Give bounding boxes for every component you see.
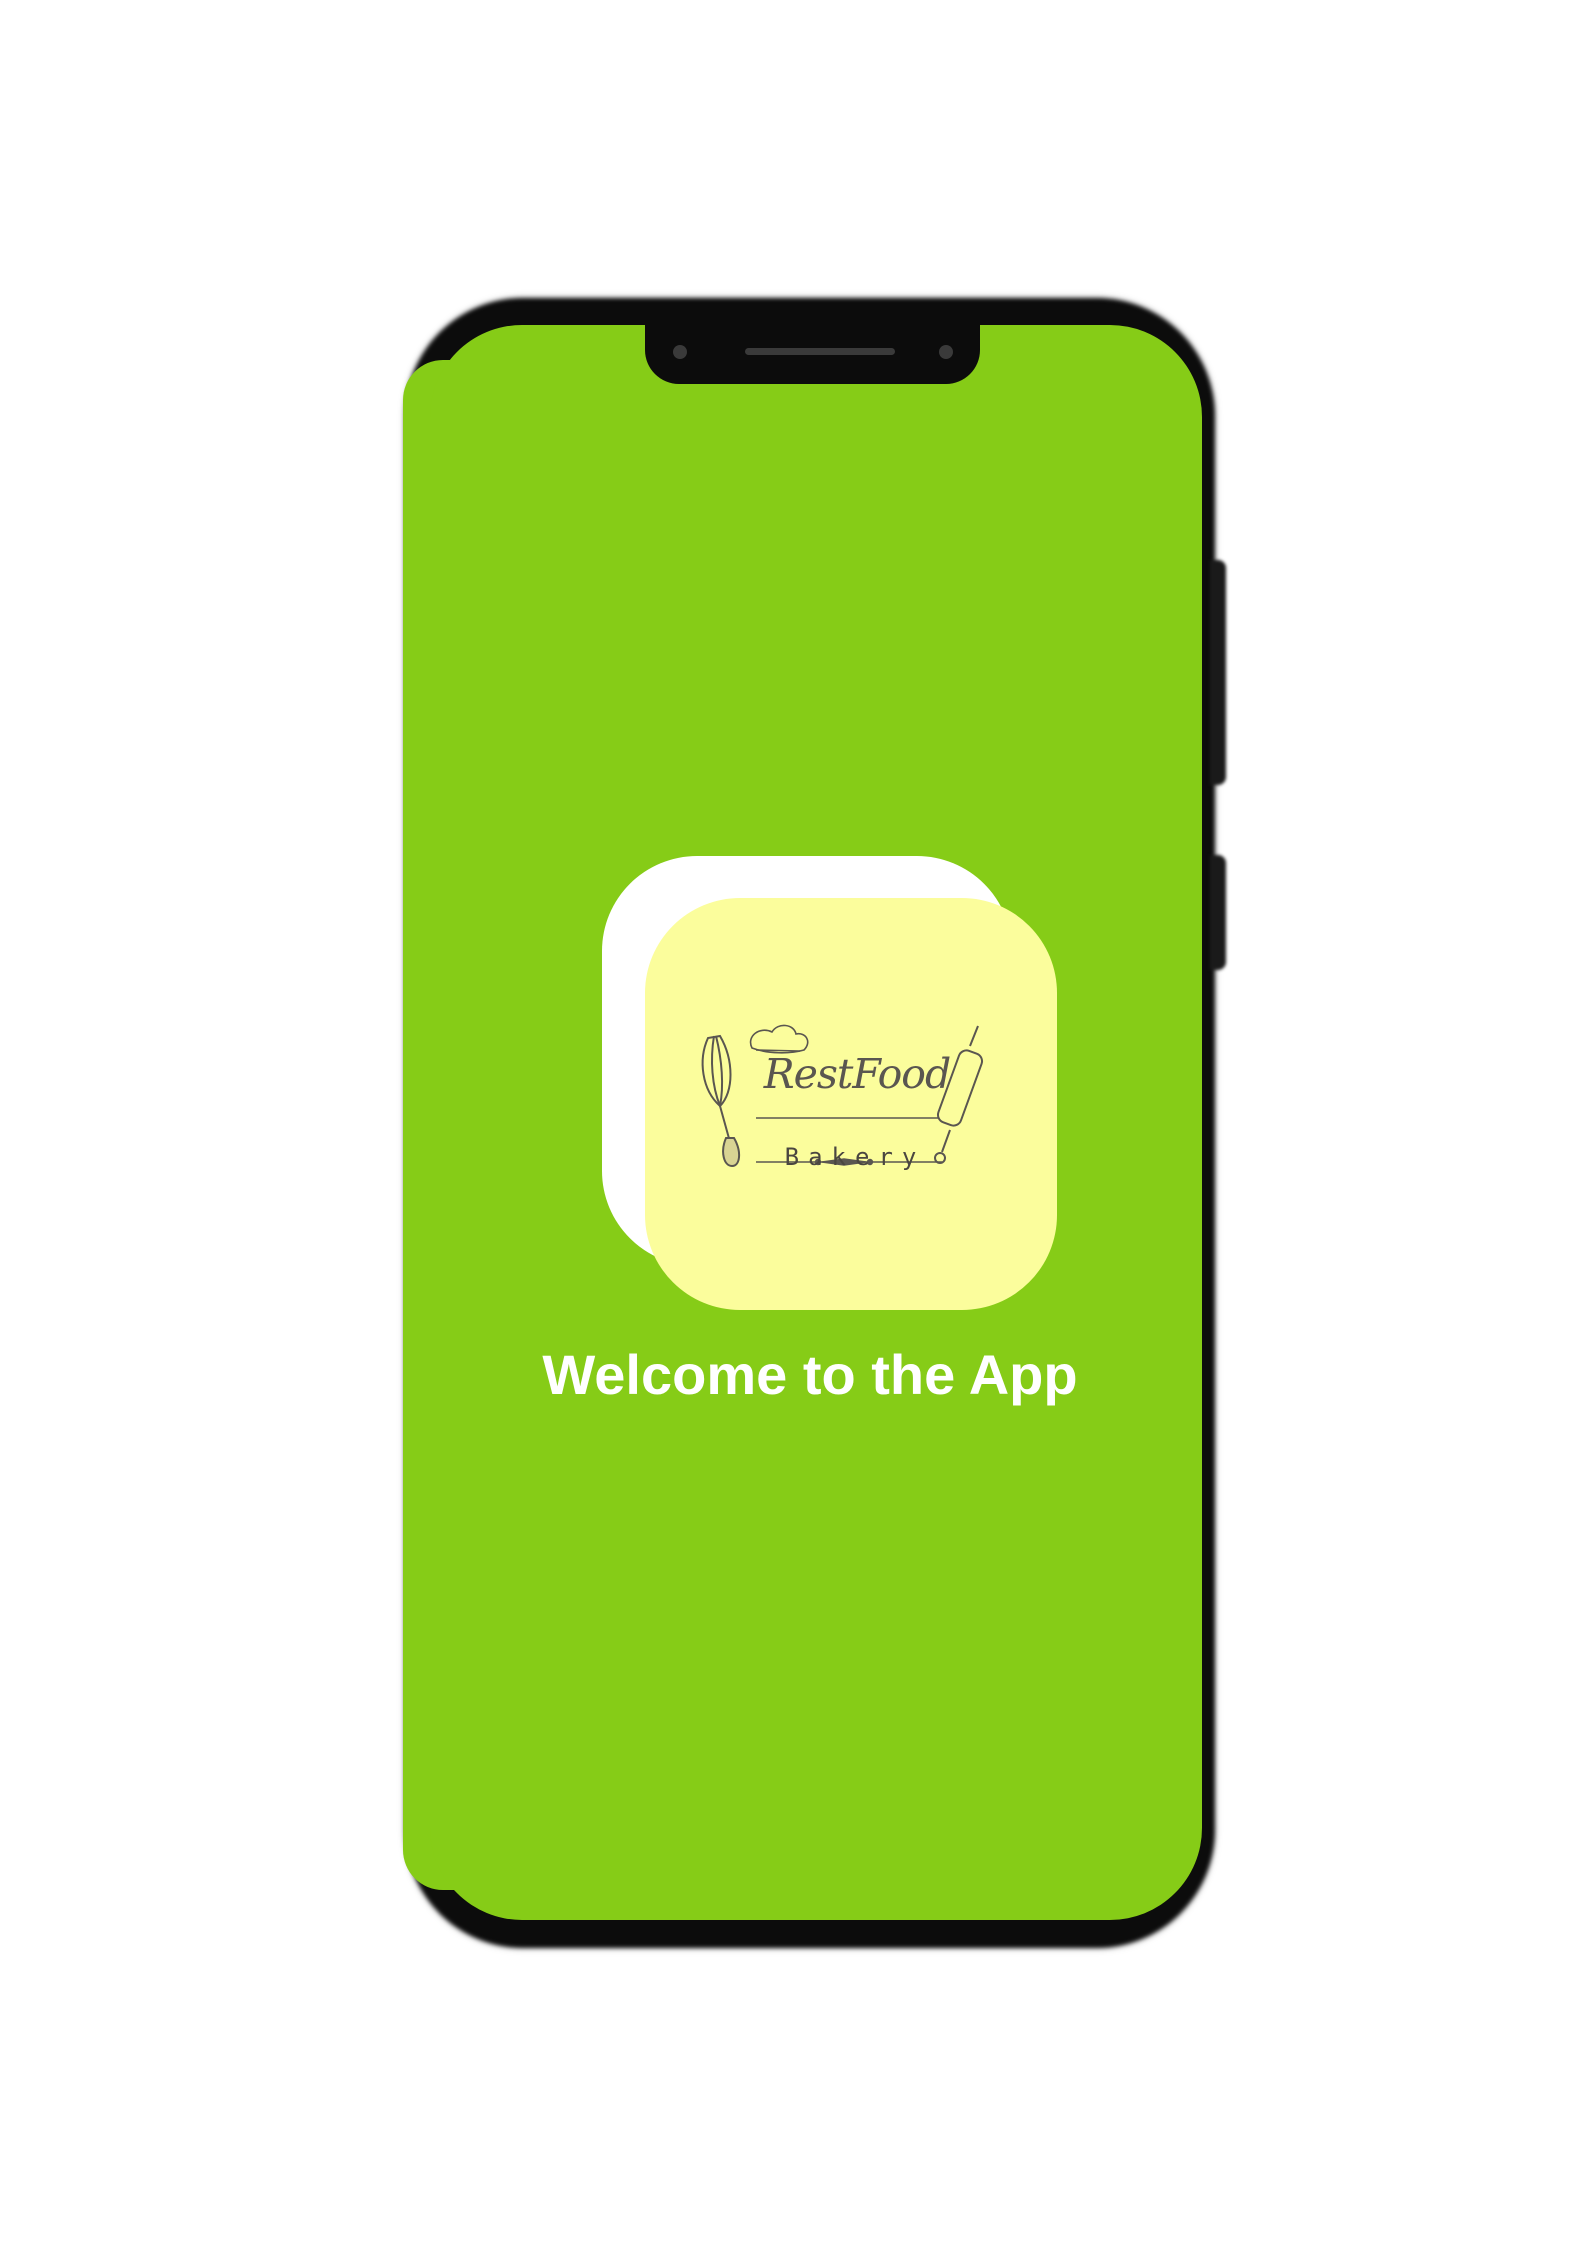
chef-hat-icon — [749, 1024, 809, 1054]
front-sensor — [939, 345, 953, 359]
logo-subtitle: Bakery — [784, 1143, 926, 1171]
front-camera — [673, 345, 687, 359]
welcome-heading: Welcome to the App — [542, 1343, 1078, 1406]
speaker-grille — [745, 348, 895, 355]
whisk-icon — [701, 1034, 740, 1168]
logo-title: RestFood — [763, 1050, 951, 1098]
mockup-stage: RestFood Bakery Welcome to the App — [0, 0, 1587, 2245]
phone-volume-button — [1210, 560, 1226, 785]
phone-power-button — [1210, 855, 1226, 970]
